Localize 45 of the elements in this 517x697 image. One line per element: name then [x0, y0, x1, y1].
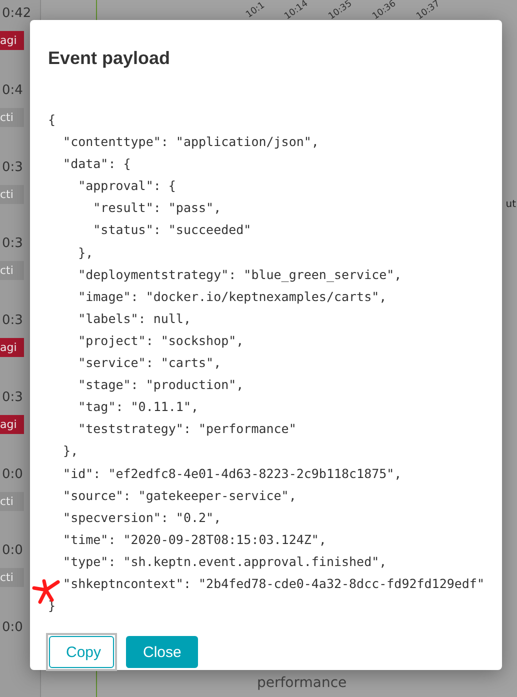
- event-time: 0:0: [2, 543, 23, 558]
- code-line: "project": "sockshop",: [77, 332, 244, 350]
- event-tag: agi: [0, 414, 24, 434]
- code-line: },: [77, 244, 94, 262]
- code-line: "image": "docker.io/keptnexamples/carts",: [77, 288, 387, 306]
- detail-value: performance: [257, 675, 348, 691]
- event-time: 0:3: [2, 236, 23, 252]
- event-time: 0:3: [2, 390, 23, 405]
- code-line: "tag": "0.11.1",: [77, 398, 199, 416]
- code-line: "specversion": "0.2",: [62, 508, 222, 527]
- code-line: "result": "pass",: [92, 199, 222, 218]
- event-tag: cti: [0, 568, 24, 588]
- code-line: "id": "ef2edfc8-4e01-4d63-8223-2c9b118c1875",: [62, 464, 402, 482]
- event-tag: cti: [0, 184, 24, 204]
- event-time: 0:0: [2, 466, 23, 482]
- code-line: "type": "sh.keptn.event.approval.finished",: [62, 552, 387, 571]
- event-tag: cti: [0, 261, 24, 280]
- event-time: 0:0: [2, 620, 23, 636]
- dialog-title: Event payload: [48, 48, 172, 69]
- code-line: "deploymentstrategy": "blue_green_service",: [77, 266, 402, 284]
- code-line: },: [62, 442, 78, 460]
- copy-button[interactable]: Copy: [49, 636, 114, 668]
- event-tag: cti: [0, 108, 24, 127]
- event-time: 0:4: [2, 82, 23, 98]
- event-tag: cti: [0, 492, 24, 511]
- code-line: "data": {: [62, 155, 131, 174]
- event-time: 0:3: [2, 160, 23, 175]
- code-line: "teststrategy": "performance": [77, 420, 296, 438]
- code-line: "service": "carts",: [77, 354, 222, 372]
- code-line: }: [48, 597, 56, 616]
- code-line: "labels": null,: [77, 310, 191, 328]
- close-button[interactable]: Close: [126, 636, 198, 668]
- code-line: "stage": "production",: [77, 376, 244, 394]
- event-time: 0:3: [2, 313, 23, 328]
- event-time: 0:42: [2, 6, 32, 21]
- detail-text: ut: [506, 199, 516, 210]
- code-line: "approval": {: [77, 177, 176, 196]
- code-line: {: [48, 111, 56, 129]
- event-tag: agi: [0, 31, 24, 50]
- code-line: "source": "gatekeeper-service",: [62, 486, 296, 505]
- code-line: "shkeptncontext": "2b4fed78-cde0-4a32-8dcc-fd92fd129edf": [62, 574, 484, 593]
- code-line: "status": "succeeded": [92, 221, 252, 240]
- code-line: "contenttype": "application/json",: [62, 133, 319, 152]
- event-tag: agi: [0, 338, 24, 358]
- code-line: "time": "2020-09-28T08:15:03.124Z",: [62, 530, 326, 549]
